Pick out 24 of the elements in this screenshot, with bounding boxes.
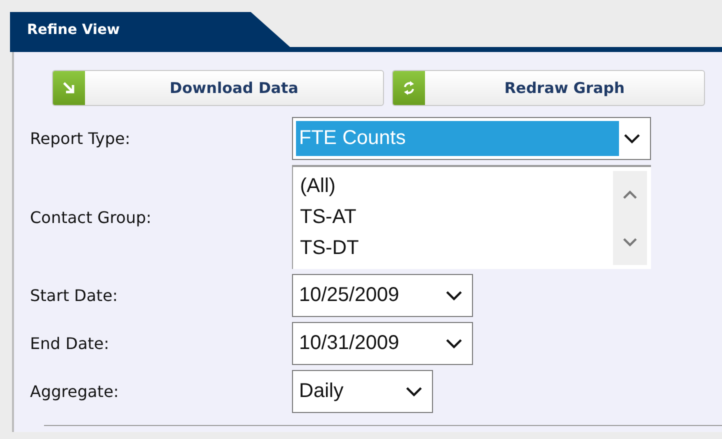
list-option[interactable]: TS-AT	[300, 202, 356, 233]
list-option[interactable]: TS-DT	[300, 233, 359, 264]
field-label: Aggregate:	[30, 382, 120, 401]
chevron-down-icon	[445, 338, 463, 350]
dropdown[interactable]: 10/25/2009	[292, 274, 473, 317]
dropdown[interactable]: 10/31/2009	[292, 322, 473, 365]
list-option[interactable]: (All)	[300, 171, 336, 202]
arrow-icon	[62, 81, 76, 95]
field-label: Start Date:	[30, 286, 119, 305]
refresh-icon	[402, 80, 416, 96]
chevron-down-icon	[622, 236, 638, 246]
dropdown[interactable]: Daily	[292, 370, 433, 413]
list-box[interactable]: (All) TS-AT TS-DT	[292, 165, 651, 269]
chevron-down-icon	[623, 132, 641, 144]
panel-tab[interactable]: Refine View	[10, 12, 290, 47]
action-button[interactable]: Download Data	[52, 70, 384, 106]
field-label: Report Type:	[30, 129, 132, 148]
chevron-down-icon	[405, 386, 423, 398]
chevron-up-icon	[622, 190, 638, 200]
field-label: End Date:	[30, 334, 110, 353]
action-button[interactable]: Redraw Graph	[392, 70, 705, 106]
scrollbar[interactable]	[613, 171, 647, 265]
field-label: Contact Group:	[30, 208, 152, 226]
chevron-down-icon	[445, 290, 463, 302]
